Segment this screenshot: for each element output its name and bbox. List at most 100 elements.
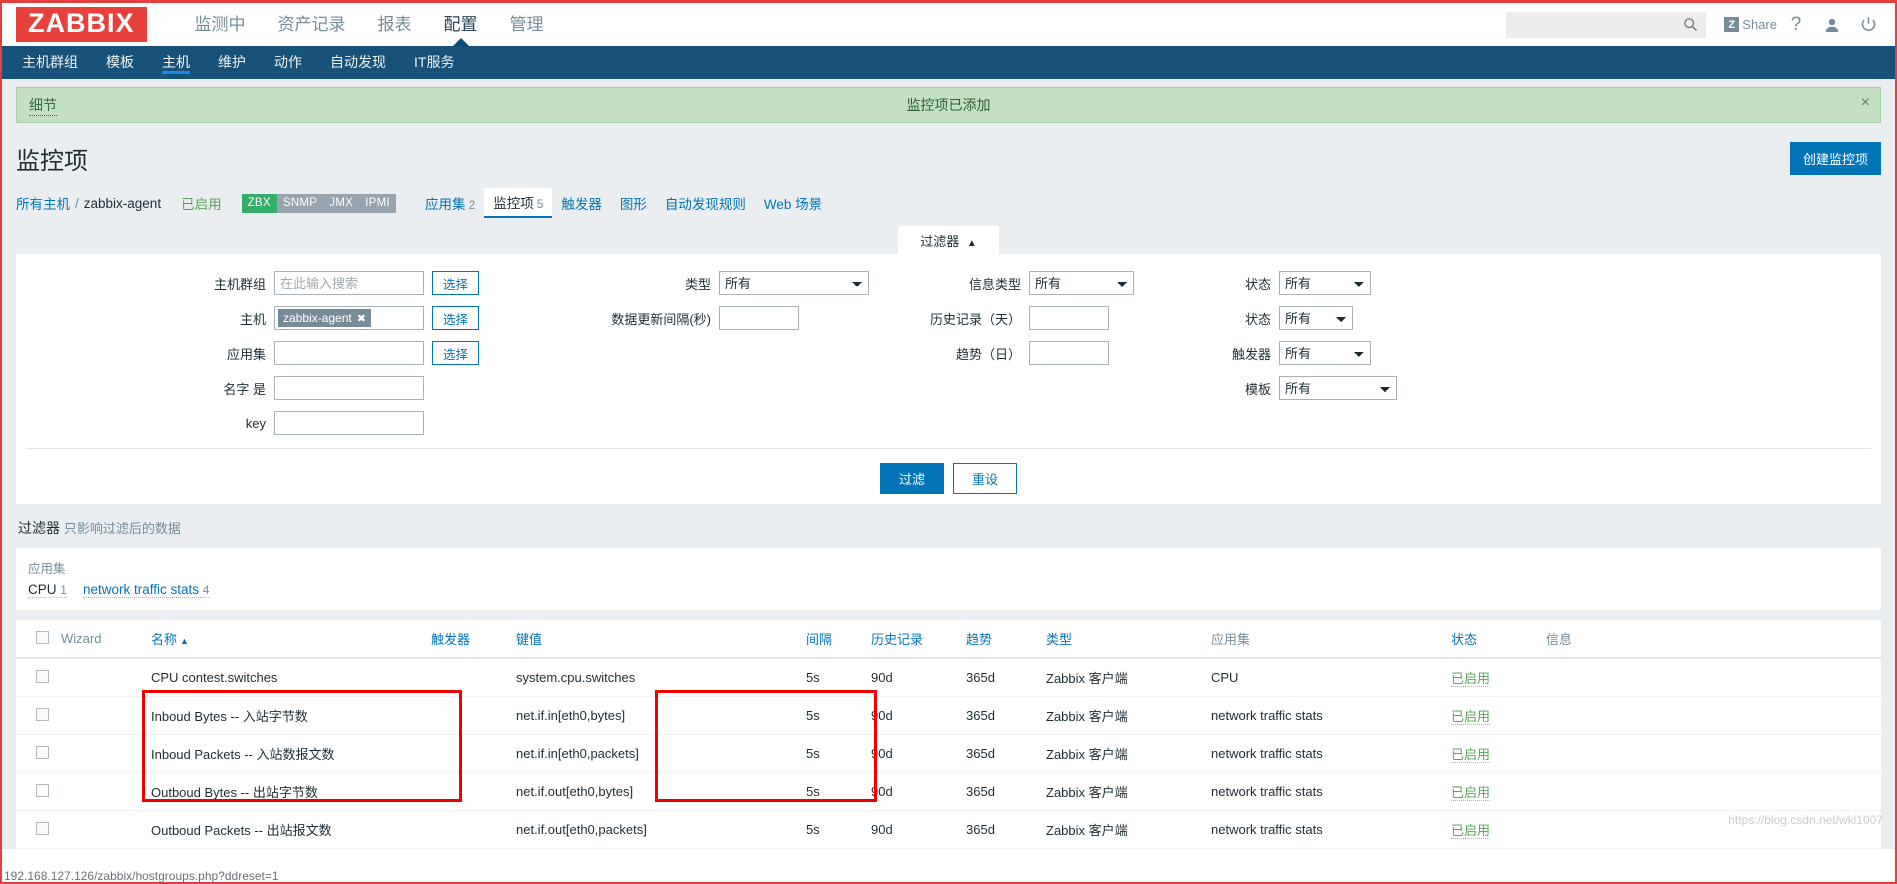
header-wizard: Wizard <box>55 620 145 659</box>
table-row[interactable]: Inboud Packets -- 入站数报文数 net.if.in[eth0,… <box>16 734 1881 773</box>
breadcrumb-all-hosts[interactable]: 所有主机 <box>16 193 70 213</box>
row-checkbox-cell[interactable] <box>16 734 55 773</box>
subnav-item-maintenance[interactable]: 维护 <box>204 46 260 79</box>
application-set-link-cpu[interactable]: CPU 1 <box>28 582 67 598</box>
entity-tab-items[interactable]: 监控项 5 <box>484 188 553 218</box>
row-status-cell[interactable]: 已启用 <box>1445 734 1540 773</box>
entity-tab-web-scenarios[interactable]: Web 场景 <box>755 189 831 217</box>
filter-select-type[interactable]: 所有 <box>719 271 869 295</box>
row-name[interactable]: Inboud Packets -- 入站数报文数 <box>145 734 425 773</box>
filter-multiselect-hosts[interactable]: zabbix-agent ✖ <box>274 306 424 330</box>
filter-select-button-host-groups[interactable]: 选择 <box>432 271 480 295</box>
subnav-item-hosts[interactable]: 主机 <box>148 46 204 79</box>
chip-remove-icon[interactable]: ✖ <box>357 312 366 325</box>
row-status-cell[interactable]: 已启用 <box>1445 772 1540 811</box>
filter-toggle-tab[interactable]: 过滤器 ▲ <box>898 226 999 254</box>
help-icon[interactable]: ? <box>1779 3 1813 46</box>
filter-input-key[interactable] <box>274 411 424 435</box>
header-triggers[interactable]: 触发器 <box>425 620 510 659</box>
protocol-badge-ipmi[interactable]: IPMI <box>359 193 397 213</box>
row-checkbox[interactable] <box>36 745 49 759</box>
row-checkbox-cell[interactable] <box>16 696 55 735</box>
global-search[interactable] <box>1506 11 1707 38</box>
filter-select-triggers[interactable]: 所有 <box>1279 341 1371 365</box>
status-badge[interactable]: 已启用 <box>1451 823 1491 839</box>
topnav-item-monitoring[interactable]: 监测中 <box>179 3 262 46</box>
close-icon[interactable]: × <box>1861 95 1870 111</box>
subnav-item-templates[interactable]: 模板 <box>92 46 148 79</box>
table-row[interactable]: CPU contest.switches system.cpu.switches… <box>16 658 1881 697</box>
subnav-item-it-services[interactable]: IT服务 <box>400 46 468 79</box>
filter-select-button-hosts[interactable]: 选择 <box>432 306 480 330</box>
select-all-checkbox[interactable] <box>36 630 49 644</box>
row-name[interactable]: Outboud Bytes -- 出站字节数 <box>145 772 425 811</box>
search-icon[interactable] <box>1683 17 1698 37</box>
row-checkbox[interactable] <box>36 669 49 683</box>
entity-tab-triggers[interactable]: 触发器 <box>552 189 611 217</box>
filter-apply-button[interactable]: 过滤 <box>879 463 944 494</box>
application-set-link-network-traffic-stats[interactable]: network traffic stats 4 <box>82 582 210 598</box>
filter-label-key: key <box>245 415 266 431</box>
row-name[interactable]: CPU contest.switches <box>145 658 425 697</box>
filter-reset-button[interactable]: 重设 <box>953 463 1018 494</box>
row-checkbox-cell[interactable] <box>16 658 55 697</box>
entity-tab-applications[interactable]: 应用集 2 <box>416 189 484 217</box>
header-history[interactable]: 历史记录 <box>865 620 960 659</box>
row-checkbox[interactable] <box>36 707 49 721</box>
header-status[interactable]: 状态 <box>1445 620 1540 659</box>
row-checkbox-cell[interactable] <box>16 772 55 811</box>
header-type[interactable]: 类型 <box>1040 620 1205 659</box>
row-name[interactable]: Outboud Packets -- 出站报文数 <box>145 810 425 849</box>
table-row[interactable]: Outboud Packets -- 出站报文数 net.if.out[eth0… <box>16 810 1881 849</box>
zabbix-logo[interactable]: ZABBIX <box>16 7 147 42</box>
protocol-badge-zbx[interactable]: ZBX <box>241 193 277 213</box>
entity-tab-discovery-rules[interactable]: 自动发现规则 <box>656 189 755 217</box>
table-row[interactable]: Outboud Bytes -- 出站字节数 net.if.out[eth0,b… <box>16 772 1881 811</box>
filter-input-applications[interactable] <box>274 341 424 365</box>
status-badge[interactable]: 已启用 <box>1451 709 1491 725</box>
filter-input-name[interactable] <box>274 376 424 400</box>
table-row[interactable]: Inboud Bytes -- 入站字节数 net.if.in[eth0,byt… <box>16 696 1881 735</box>
row-checkbox-cell[interactable] <box>16 810 55 849</box>
filter-input-update-interval[interactable] <box>719 306 799 330</box>
breadcrumb-host-name[interactable]: zabbix-agent <box>84 196 161 211</box>
row-status-cell[interactable]: 已启用 <box>1445 658 1540 697</box>
row-status-cell[interactable]: 已启用 <box>1445 696 1540 735</box>
subnav-item-discovery[interactable]: 自动发现 <box>316 46 400 79</box>
entity-tab-graphs[interactable]: 图形 <box>611 189 656 217</box>
row-name[interactable]: Inboud Bytes -- 入站字节数 <box>145 696 425 735</box>
create-item-button[interactable]: 创建监控项 <box>1789 142 1881 175</box>
filter-select-button-applications[interactable]: 选择 <box>432 341 480 365</box>
topnav-item-configuration[interactable]: 配置 <box>428 3 494 46</box>
filter-input-host-groups[interactable] <box>274 271 424 295</box>
status-badge[interactable]: 已启用 <box>1451 671 1491 687</box>
user-icon[interactable] <box>1815 3 1849 46</box>
filter-select-status[interactable]: 所有 <box>1279 271 1371 295</box>
search-input[interactable] <box>1514 17 1685 32</box>
protocol-badge-snmp[interactable]: SNMP <box>276 193 324 213</box>
filter-select-value-type[interactable]: 所有 <box>1029 271 1134 295</box>
status-badge[interactable]: 已启用 <box>1451 747 1491 763</box>
filter-panel: 主机群组 选择 主机 zabbix-agent ✖ 选择 应用集 <box>16 254 1881 504</box>
filter-select-state[interactable]: 所有 <box>1279 306 1353 330</box>
protocol-badge-jmx[interactable]: JMX <box>323 193 360 213</box>
topnav-item-inventory[interactable]: 资产记录 <box>262 3 362 46</box>
power-icon[interactable] <box>1851 3 1885 46</box>
filter-select-templates[interactable]: 所有 <box>1279 376 1397 400</box>
topnav-item-reports[interactable]: 报表 <box>362 3 428 46</box>
row-checkbox[interactable] <box>36 821 49 835</box>
status-badge[interactable]: 已启用 <box>1451 785 1491 801</box>
filter-input-history[interactable] <box>1029 306 1109 330</box>
subnav-item-host-groups[interactable]: 主机群组 <box>8 46 92 79</box>
header-interval[interactable]: 间隔 <box>800 620 865 659</box>
share-button[interactable]: Z Share <box>1724 17 1777 32</box>
header-select-all[interactable] <box>16 620 55 659</box>
header-key[interactable]: 键值 <box>510 620 800 659</box>
row-status-cell[interactable]: 已启用 <box>1445 810 1540 849</box>
header-trends[interactable]: 趋势 <box>960 620 1040 659</box>
row-checkbox[interactable] <box>36 783 49 797</box>
subnav-item-actions[interactable]: 动作 <box>260 46 316 79</box>
topnav-item-administration[interactable]: 管理 <box>494 3 560 46</box>
header-name[interactable]: 名称 ▲ <box>145 620 425 659</box>
filter-input-trends[interactable] <box>1029 341 1109 365</box>
